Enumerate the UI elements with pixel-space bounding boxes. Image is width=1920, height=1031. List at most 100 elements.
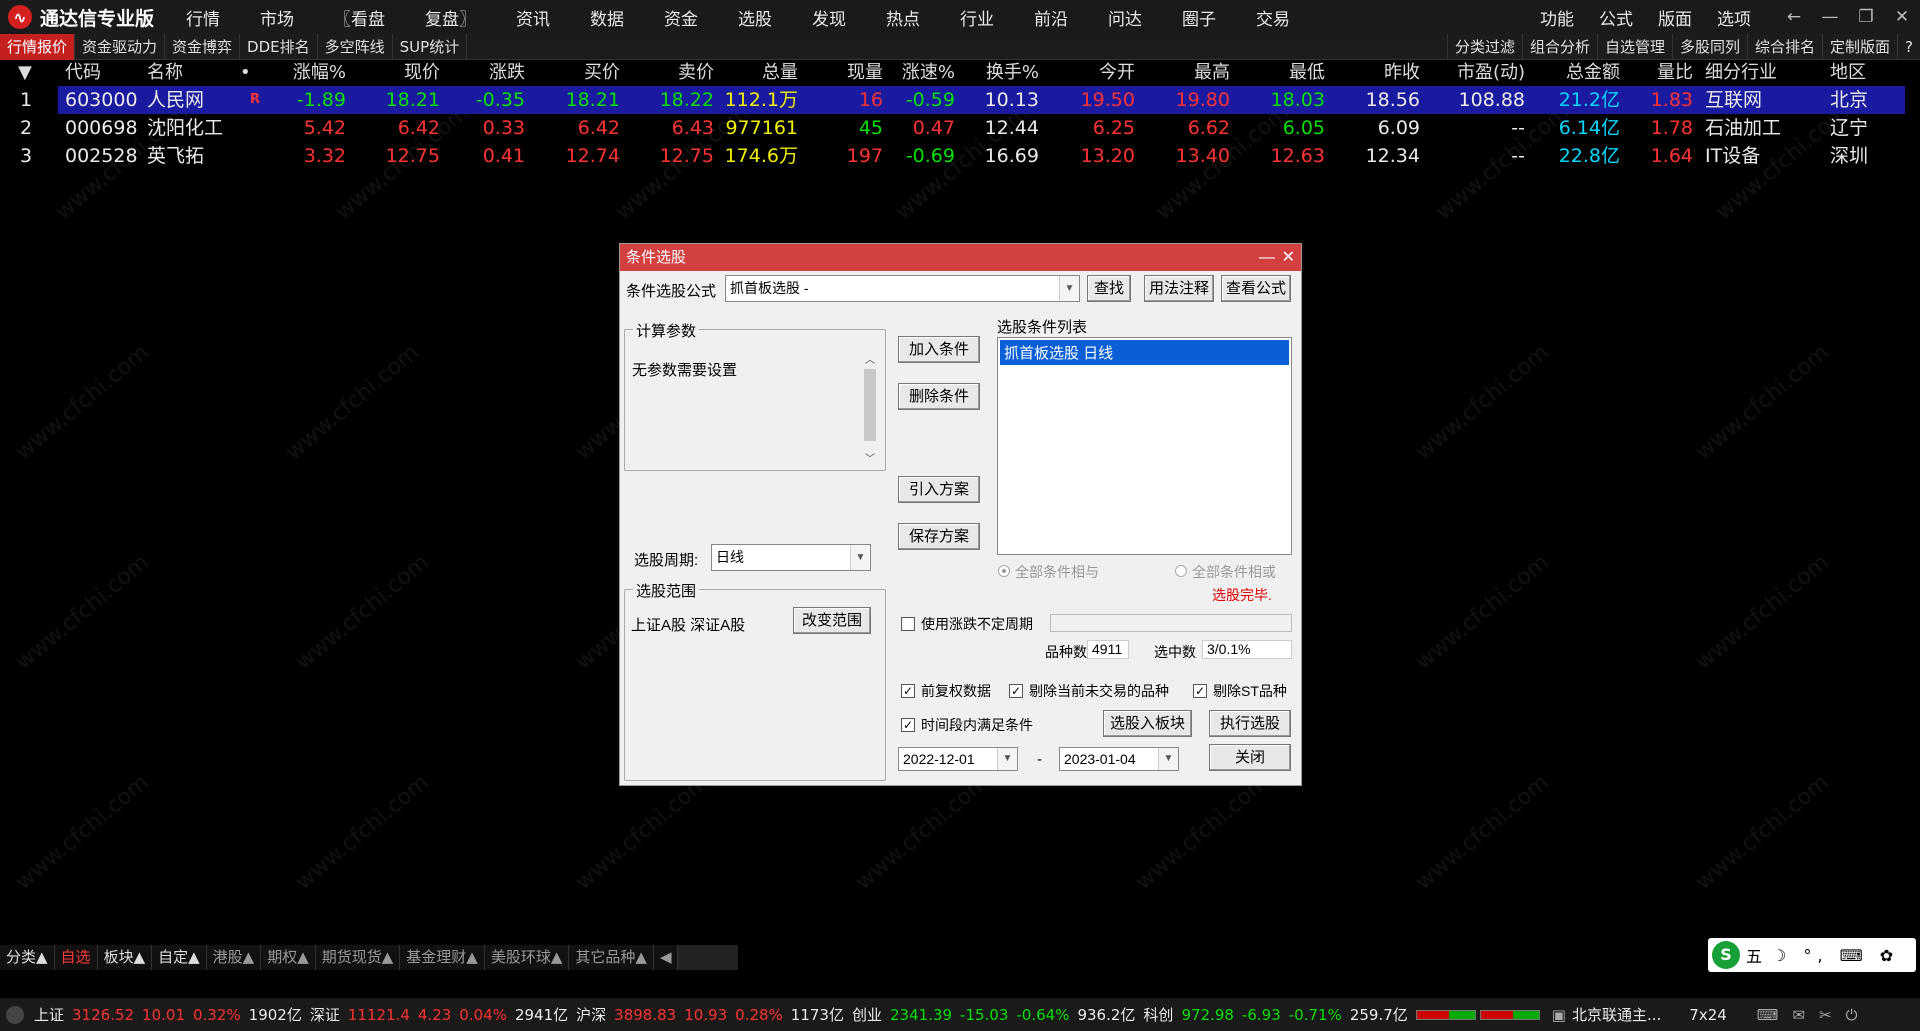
chevron-down-icon[interactable]: ▼ — [1158, 748, 1178, 770]
header-vol[interactable]: 总量 — [720, 60, 798, 86]
sogou-icon[interactable]: S — [1712, 941, 1740, 969]
period-select[interactable]: 日线 ▼ — [711, 544, 871, 571]
sz-label[interactable]: 深证 — [310, 1004, 340, 1025]
condition-list-item[interactable]: 抓首板选股 日线 — [1000, 340, 1289, 365]
ime-mode-label[interactable]: 五 — [1746, 943, 1762, 967]
menu-review[interactable]: 复盘〗 — [425, 5, 476, 30]
remove-st-checkbox[interactable]: ✓ — [1193, 684, 1207, 698]
btab-us-global[interactable]: 美股环球▲ — [485, 945, 570, 970]
tab-quotes[interactable]: 行情报价 — [0, 33, 76, 60]
remove-untraded-checkbox[interactable]: ✓ — [1009, 684, 1023, 698]
btab-watchlist[interactable]: 自选 — [55, 945, 98, 970]
header-name[interactable]: 名称 — [147, 60, 207, 86]
btab-other[interactable]: 其它品种▲ — [569, 945, 654, 970]
chevron-down-icon[interactable]: ▼ — [850, 545, 870, 570]
header-price[interactable]: 现价 — [370, 60, 440, 86]
menu-stock-pick[interactable]: 选股 — [738, 5, 772, 30]
menu-data[interactable]: 数据 — [590, 5, 624, 30]
menu-watch[interactable]: 〖看盘 — [334, 5, 385, 30]
chevron-down-icon[interactable]: ▼ — [1059, 276, 1079, 301]
scrollbar-thumb[interactable] — [864, 369, 876, 441]
scroll-down-icon[interactable]: ﹀ — [865, 450, 875, 465]
tab-bull-bear[interactable]: 多空阵线 — [318, 33, 393, 60]
btab-custom[interactable]: 自定▲ — [152, 945, 207, 970]
menu-market[interactable]: 市场 — [260, 5, 294, 30]
cy-label[interactable]: 创业 — [852, 1004, 882, 1025]
import-plan-button[interactable]: 引入方案 — [898, 476, 980, 503]
uncertain-period-checkbox[interactable] — [901, 617, 915, 631]
header-dot[interactable]: • — [240, 60, 260, 86]
menu-industry[interactable]: 行业 — [960, 5, 994, 30]
dialog-minimize-icon[interactable]: — — [1259, 244, 1275, 271]
btab-futures[interactable]: 期货现货▲ — [316, 945, 401, 970]
tab-filter[interactable]: 分类过滤 — [1446, 34, 1522, 60]
and-radio[interactable] — [998, 565, 1010, 577]
tools-icon[interactable]: ✂ — [1819, 1006, 1832, 1024]
menu-hotspot[interactable]: 热点 — [886, 5, 920, 30]
tab-composite-rank[interactable]: 综合排名 — [1747, 34, 1822, 60]
minimize-icon[interactable]: — — [1812, 7, 1848, 27]
message-icon[interactable]: ✉ — [1792, 1006, 1805, 1024]
change-range-button[interactable]: 改变范围 — [793, 607, 871, 634]
status-menu-icon[interactable] — [6, 1005, 24, 1024]
dialog-titlebar[interactable]: 条件选股 — ✕ — [620, 244, 1301, 271]
help-icon[interactable]: ? — [1897, 34, 1920, 60]
btab-options[interactable]: 期权▲ — [261, 945, 316, 970]
find-button[interactable]: 查找 — [1087, 275, 1131, 302]
execute-select-button[interactable]: 执行选股 — [1209, 710, 1291, 737]
tab-fund-game[interactable]: 资金博弈 — [165, 33, 241, 60]
usage-notes-button[interactable]: 用法注释 — [1144, 275, 1214, 302]
condition-list[interactable]: 抓首板选股 日线 — [997, 337, 1292, 555]
menu-trade[interactable]: 交易 — [1256, 5, 1290, 30]
to-block-button[interactable]: 选股入板块 — [1103, 710, 1192, 737]
camera-icon[interactable]: ▣ — [1552, 1006, 1566, 1024]
delete-condition-button[interactable]: 删除条件 — [898, 383, 980, 410]
tab-watchlist-manage[interactable]: 自选管理 — [1596, 34, 1672, 60]
menu-function[interactable]: 功能 — [1540, 5, 1574, 30]
restore-icon[interactable]: ❐ — [1848, 7, 1884, 27]
header-speed[interactable]: 涨速% — [893, 60, 955, 86]
close-icon[interactable]: ✕ — [1884, 7, 1920, 27]
menu-quotes[interactable]: 行情 — [186, 5, 220, 30]
ime-tools-icon[interactable]: ☽ °, ⌨ ✿ — [1772, 946, 1899, 965]
server-name[interactable]: 北京联通主... — [1572, 1004, 1661, 1025]
header-ask[interactable]: 卖价 — [640, 60, 714, 86]
header-chg[interactable]: 涨跌 — [460, 60, 525, 86]
table-row[interactable]: 2 000698 沈阳化工 5.42 6.42 0.33 6.42 6.43 977161 45 0… — [0, 114, 1920, 142]
header-low[interactable]: 最低 — [1250, 60, 1325, 86]
kc-label[interactable]: 科创 — [1143, 1004, 1173, 1025]
menu-options[interactable]: 选项 — [1717, 5, 1751, 30]
header-open[interactable]: 今开 — [1060, 60, 1135, 86]
hs-label[interactable]: 沪深 — [576, 1004, 606, 1025]
header-vol-ratio[interactable]: 量比 — [1630, 60, 1693, 86]
btab-category[interactable]: 分类▲ — [0, 945, 55, 970]
header-industry[interactable]: 细分行业 — [1705, 60, 1805, 86]
ime-toolbar[interactable]: S 五 ☽ °, ⌨ ✿ — [1708, 938, 1916, 972]
btab-sector[interactable]: 板块▲ — [98, 945, 153, 970]
back-icon[interactable]: ← — [1776, 7, 1812, 27]
tab-sup-stats[interactable]: SUP统计 — [393, 33, 468, 60]
header-turnover[interactable]: 换手% — [965, 60, 1039, 86]
tab-fund-drive[interactable]: 资金驱动力 — [75, 33, 166, 60]
btab-scroll-area[interactable] — [678, 945, 739, 970]
header-code[interactable]: 代码 — [65, 60, 125, 86]
btab-hk[interactable]: 港股▲ — [207, 945, 262, 970]
header-bid[interactable]: 买价 — [550, 60, 620, 86]
tab-dde-rank[interactable]: DDE排名 — [240, 33, 318, 60]
menu-ask[interactable]: 问达 — [1108, 5, 1142, 30]
tab-custom-layout[interactable]: 定制版面 — [1822, 34, 1897, 60]
header-region[interactable]: 地区 — [1830, 60, 1890, 86]
header-pe[interactable]: 市盈(动) — [1430, 60, 1525, 86]
formula-select[interactable]: 抓首板选股 - ▼ — [725, 275, 1080, 302]
tab-multi-stock[interactable]: 多股同列 — [1671, 34, 1747, 60]
close-button[interactable]: 关闭 — [1209, 744, 1291, 771]
menu-layout[interactable]: 版面 — [1658, 5, 1692, 30]
header-high[interactable]: 最高 — [1155, 60, 1230, 86]
view-formula-button[interactable]: 查看公式 — [1221, 275, 1291, 302]
menu-funds[interactable]: 资金 — [664, 5, 698, 30]
table-row[interactable]: 1 603000 人民网 R -1.89 18.21 -0.35 18.21 18.22 112.… — [20, 86, 1905, 114]
power-icon[interactable]: ⏻ — [1846, 1006, 1858, 1024]
menu-circle[interactable]: 圈子 — [1182, 5, 1216, 30]
date-to-select[interactable]: 2023-01-04 ▼ — [1059, 747, 1179, 771]
header-chg-pct[interactable]: 涨幅% — [280, 60, 346, 86]
